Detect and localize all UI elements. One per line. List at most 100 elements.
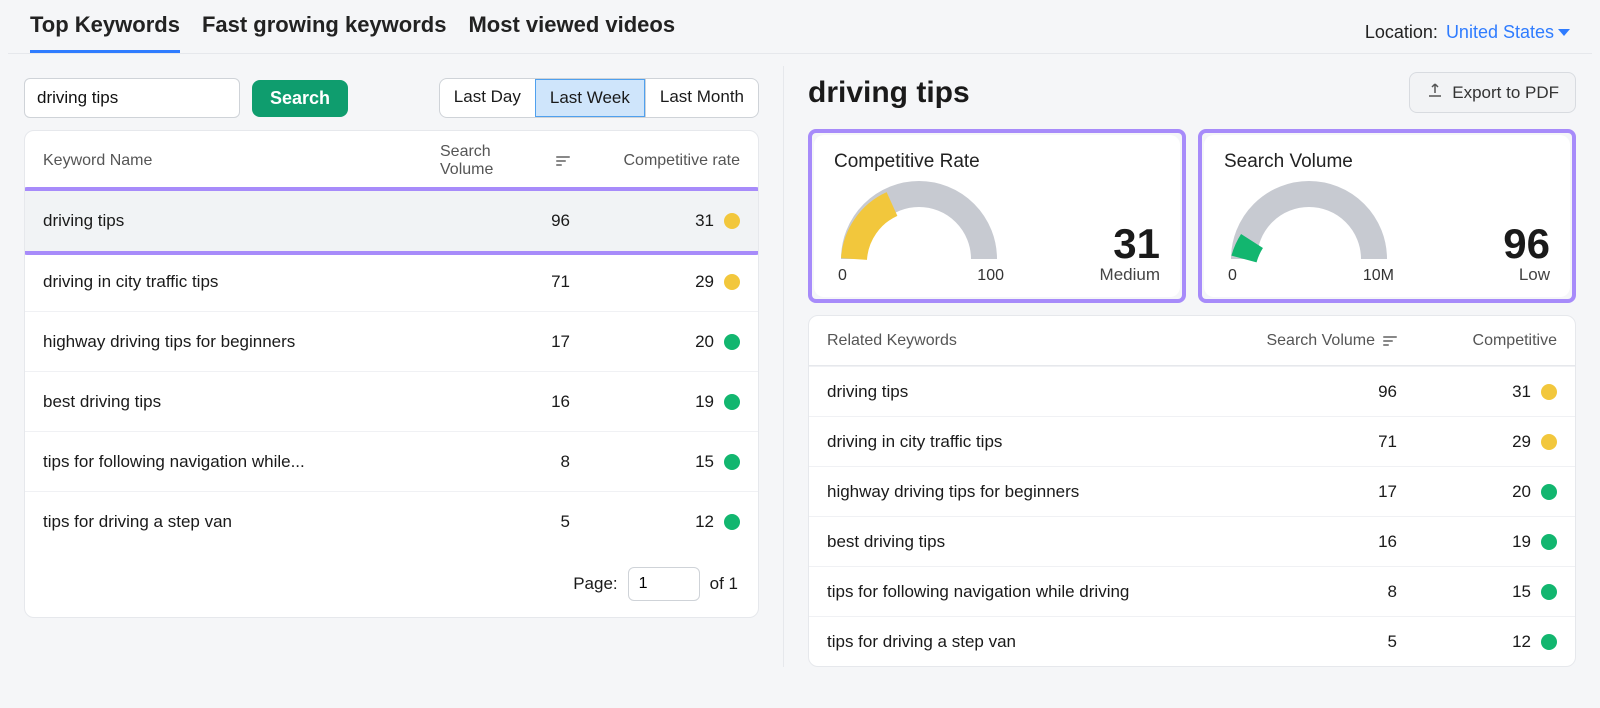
highlight-frame: driving tips9631: [24, 187, 759, 255]
keyword-cell: driving in city traffic tips: [827, 432, 1227, 452]
gauge1-max: 100: [977, 267, 1004, 285]
location-selector[interactable]: United States: [1446, 22, 1570, 43]
search-volume-cell: 5: [440, 512, 570, 532]
keyword-cell: best driving tips: [43, 392, 440, 412]
competitive-rate-card-frame: Competitive Rate 0 100: [808, 129, 1186, 303]
table-row[interactable]: best driving tips1619: [25, 371, 758, 431]
sort-desc-icon: [556, 156, 570, 166]
upload-icon: [1426, 81, 1444, 104]
gauge1-label: Medium: [1100, 265, 1160, 285]
export-pdf-button[interactable]: Export to PDF: [1409, 72, 1576, 113]
table-row[interactable]: tips for driving a step van512: [25, 491, 758, 551]
sort-desc-icon: [1383, 336, 1397, 346]
col-search-volume[interactable]: Search Volume: [440, 143, 570, 179]
detail-title: driving tips: [808, 76, 970, 110]
keywords-table: Keyword Name Search Volume Competitive r…: [24, 130, 759, 618]
search-volume-cell: 71: [1227, 432, 1397, 452]
seg-last-day[interactable]: Last Day: [440, 79, 535, 117]
related-keywords-table: Related Keywords Search Volume Competiti…: [808, 315, 1576, 667]
competitive-cell: 20: [570, 332, 740, 352]
table-row[interactable]: best driving tips1619: [809, 516, 1575, 566]
keyword-cell: best driving tips: [827, 532, 1227, 552]
pager-total: of 1: [710, 574, 738, 594]
competitive-cell: 31: [1397, 382, 1557, 402]
divider: [8, 53, 1592, 54]
keyword-cell: driving in city traffic tips: [43, 272, 440, 292]
search-button[interactable]: Search: [252, 80, 348, 117]
pager-label: Page:: [573, 574, 617, 594]
keyword-cell: driving tips: [43, 211, 440, 231]
gauge2-max: 10M: [1363, 267, 1394, 285]
status-dot-icon: [724, 454, 740, 470]
gauge2-value: 96: [1503, 223, 1550, 265]
competitive-cell: 15: [570, 452, 740, 472]
tab-top-keywords[interactable]: Top Keywords: [30, 12, 180, 53]
search-volume-cell: 17: [1227, 482, 1397, 502]
gauge2-min: 0: [1224, 267, 1237, 285]
location-label: Location:: [1365, 22, 1438, 43]
table-row[interactable]: driving tips9631: [809, 366, 1575, 416]
seg-last-month[interactable]: Last Month: [645, 79, 758, 117]
gauge1-min: 0: [834, 267, 847, 285]
col-keyword-name[interactable]: Keyword Name: [43, 152, 440, 170]
competitive-cell: 20: [1397, 482, 1557, 502]
search-input[interactable]: [24, 78, 240, 118]
search-volume-cell: 17: [440, 332, 570, 352]
gauge-volume-title: Search Volume: [1224, 151, 1550, 173]
table-row[interactable]: tips for following navigation while...81…: [25, 431, 758, 491]
gauge-competitive-title: Competitive Rate: [834, 151, 1160, 173]
status-dot-icon: [1541, 434, 1557, 450]
table-row[interactable]: tips for driving a step van512: [809, 616, 1575, 666]
chevron-down-icon: [1558, 29, 1570, 36]
keyword-cell: tips for following navigation while driv…: [827, 582, 1227, 602]
time-range-group: Last Day Last Week Last Month: [439, 78, 759, 118]
search-volume-cell: 96: [440, 211, 570, 231]
gauge1-value: 31: [1100, 223, 1160, 265]
search-volume-card-frame: Search Volume 0 10M: [1198, 129, 1576, 303]
gauge-competitive-icon: [834, 179, 1004, 269]
keyword-cell: highway driving tips for beginners: [43, 332, 440, 352]
status-dot-icon: [1541, 634, 1557, 650]
keyword-cell: driving tips: [827, 382, 1227, 402]
search-volume-cell: 8: [1227, 582, 1397, 602]
status-dot-icon: [724, 334, 740, 350]
col-related-competitive[interactable]: Competitive: [1397, 332, 1557, 350]
table-row[interactable]: driving tips9631: [25, 191, 758, 251]
main-tabs: Top Keywords Fast growing keywords Most …: [30, 12, 675, 53]
gauge2-label: Low: [1503, 265, 1550, 285]
status-dot-icon: [1541, 534, 1557, 550]
tab-most-viewed[interactable]: Most viewed videos: [468, 12, 675, 53]
search-volume-cell: 71: [440, 272, 570, 292]
gauge-volume-icon: [1224, 179, 1394, 269]
table-row[interactable]: driving in city traffic tips7129: [809, 416, 1575, 466]
keyword-cell: tips for driving a step van: [43, 512, 440, 532]
competitive-cell: 15: [1397, 582, 1557, 602]
location-value: United States: [1446, 22, 1554, 43]
status-dot-icon: [1541, 384, 1557, 400]
keyword-cell: highway driving tips for beginners: [827, 482, 1227, 502]
search-volume-cell: 96: [1227, 382, 1397, 402]
status-dot-icon: [724, 394, 740, 410]
col-related-keywords[interactable]: Related Keywords: [827, 332, 1227, 350]
status-dot-icon: [724, 213, 740, 229]
col-competitive-rate[interactable]: Competitive rate: [570, 152, 740, 170]
table-row[interactable]: driving in city traffic tips7129: [25, 251, 758, 311]
col-related-sv[interactable]: Search Volume: [1227, 332, 1397, 350]
search-volume-cell: 5: [1227, 632, 1397, 652]
table-row[interactable]: highway driving tips for beginners1720: [809, 466, 1575, 516]
keyword-cell: tips for driving a step van: [827, 632, 1227, 652]
table-row[interactable]: tips for following navigation while driv…: [809, 566, 1575, 616]
table-row[interactable]: highway driving tips for beginners1720: [25, 311, 758, 371]
seg-last-week[interactable]: Last Week: [535, 79, 645, 117]
status-dot-icon: [724, 274, 740, 290]
pager-page-input[interactable]: [628, 567, 700, 601]
tab-fast-growing[interactable]: Fast growing keywords: [202, 12, 447, 53]
competitive-cell: 19: [1397, 532, 1557, 552]
search-volume-cell: 8: [440, 452, 570, 472]
status-dot-icon: [1541, 484, 1557, 500]
competitive-cell: 12: [1397, 632, 1557, 652]
search-volume-cell: 16: [440, 392, 570, 412]
status-dot-icon: [724, 514, 740, 530]
competitive-cell: 29: [1397, 432, 1557, 452]
keyword-cell: tips for following navigation while...: [43, 452, 440, 472]
